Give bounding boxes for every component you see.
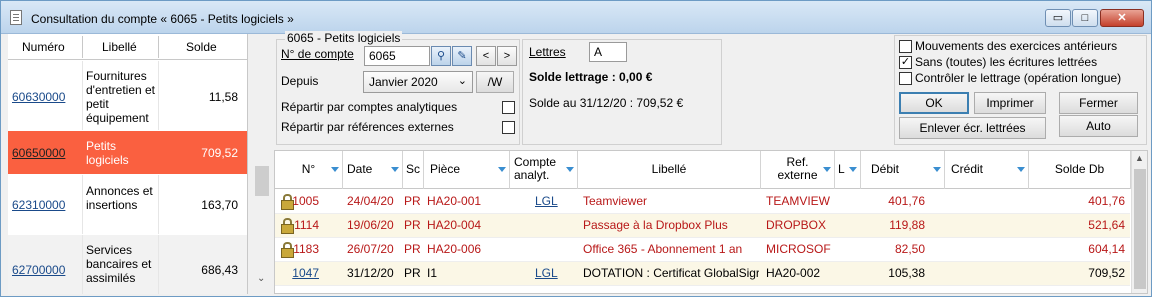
col-ref[interactable]: Ref. externe (761, 151, 835, 189)
header-numero[interactable]: Numéro (22, 40, 65, 54)
search-icon[interactable]: ⚲ (431, 46, 451, 66)
sans-ecritures-checkbox[interactable]: ✓ (899, 56, 912, 69)
prev-button[interactable]: < (476, 46, 496, 66)
account-list: Numéro Libellé Solde 60630000 Fourniture… (8, 34, 248, 294)
print-button[interactable]: Imprimer (974, 92, 1046, 114)
mw-button[interactable]: /W (476, 71, 514, 93)
account-balance: 686,43 (201, 263, 238, 277)
sort-arrow-icon (331, 167, 339, 172)
lock-icon (281, 218, 294, 234)
depuis-select[interactable]: Janvier 2020 ⌄ (363, 71, 473, 93)
controler-checkbox[interactable] (899, 72, 912, 85)
account-balance: 163,70 (201, 198, 238, 212)
table-row[interactable]: 1005 24/04/20 PR HA20-001 LGL Teamviewer… (275, 190, 1130, 214)
col-libelle[interactable]: Libellé (578, 151, 761, 189)
account-number[interactable]: 62310000 (12, 198, 65, 212)
compte-label: N° de compte (281, 47, 354, 61)
list-item[interactable]: 62310000 Annonces et insertions 163,70 (8, 175, 247, 235)
sans-ecritures-label: Sans (toutes) les écritures lettrées (915, 55, 1098, 69)
remove-lettered-button[interactable]: Enlever écr. lettrées (899, 117, 1046, 139)
list-item-selected[interactable]: 60650000 Petits logiciels 709,52 (8, 131, 247, 175)
account-list-header: Numéro Libellé Solde (8, 34, 247, 60)
col-compte[interactable]: Compte analyt. (510, 151, 578, 189)
col-l[interactable]: L (835, 151, 861, 189)
controler-label: Contrôler le lettrage (opération longue) (915, 71, 1122, 85)
lettres-label: Lettres (529, 45, 566, 59)
col-sc[interactable]: Sc (403, 151, 424, 189)
grid-scrollbar[interactable]: ▲ (1131, 151, 1147, 293)
repartir-analytiques-checkbox[interactable] (502, 101, 515, 114)
list-item[interactable]: 60630000 Fournitures d'entretien et peti… (8, 61, 247, 131)
minimize-button[interactable]: ▭ (1045, 9, 1071, 27)
chevron-down-icon: ⌄ (457, 75, 467, 87)
document-icon (10, 10, 22, 25)
sort-arrow-icon (849, 167, 857, 172)
scroll-down-icon[interactable]: ⌄ (257, 273, 265, 284)
account-balance: 11,58 (208, 90, 238, 104)
lock-icon (281, 242, 294, 258)
account-number[interactable]: 60650000 (12, 146, 65, 160)
close-form-button[interactable]: Fermer (1059, 92, 1138, 114)
group-title: 6065 - Petits logiciels (285, 31, 403, 45)
col-piece[interactable]: Pièce (424, 151, 510, 189)
account-label: Services bancaires et assimilés (86, 243, 152, 285)
auto-button[interactable]: Auto (1059, 115, 1138, 137)
grid-scrollbar-thumb[interactable] (1134, 169, 1146, 289)
sort-arrow-icon (566, 167, 574, 172)
col-date[interactable]: Date (343, 151, 403, 189)
sort-arrow-icon (391, 167, 399, 172)
sort-arrow-icon (1017, 167, 1025, 172)
account-label: Fournitures d'entretien et petit équipem… (86, 69, 156, 125)
header-solde[interactable]: Solde (186, 40, 217, 54)
title-bar: Consultation du compte « 6065 - Petits l… (1, 1, 1151, 34)
solde-au: Solde au 31/12/20 : 709,52 € (529, 96, 684, 110)
grid-header: N° Date Sc Pièce Compte analyt. Libellé R… (275, 151, 1147, 189)
compte-input[interactable]: 6065 (364, 46, 430, 66)
col-credit[interactable]: Crédit (945, 151, 1029, 189)
sort-arrow-icon (933, 167, 941, 172)
table-row[interactable]: 1047 31/12/20 PR I1 LGL DOTATION : Certi… (275, 262, 1130, 286)
depuis-label: Depuis (281, 74, 319, 88)
close-button[interactable]: ✕ (1100, 9, 1144, 27)
list-scrollbar-thumb[interactable] (255, 166, 269, 196)
solde-lettrage: Solde lettrage : 0,00 € (529, 70, 653, 84)
account-label: Annonces et insertions (86, 184, 153, 212)
account-number[interactable]: 60630000 (12, 90, 65, 104)
depuis-value: Janvier 2020 (369, 75, 438, 89)
account-number[interactable]: 62700000 (12, 263, 65, 277)
ok-button[interactable]: OK (899, 92, 969, 114)
repartir-externes-label: Répartir par références externes (281, 120, 454, 134)
window-title: Consultation du compte « 6065 - Petits l… (31, 12, 294, 26)
list-item[interactable]: 62700000 Services bancaires et assimilés… (8, 235, 247, 294)
window: Consultation du compte « 6065 - Petits l… (0, 0, 1152, 297)
edit-icon[interactable]: ✎ (452, 46, 472, 66)
col-solde[interactable]: Solde Db (1029, 151, 1131, 189)
header-libelle[interactable]: Libellé (102, 40, 137, 54)
entries-grid: N° Date Sc Pièce Compte analyt. Libellé R… (274, 150, 1148, 294)
repartir-analytiques-label: Répartir par comptes analytiques (281, 100, 458, 114)
lock-icon (281, 194, 294, 210)
sort-arrow-icon (823, 167, 831, 172)
sort-arrow-icon (498, 167, 506, 172)
col-n[interactable]: N° (275, 151, 343, 189)
col-debit[interactable]: Débit (861, 151, 945, 189)
account-balance: 709,52 (201, 146, 238, 160)
lettres-input[interactable]: A (589, 42, 627, 62)
table-row[interactable]: 1114 19/06/20 PR HA20-004 Passage à la D… (275, 214, 1130, 238)
table-row[interactable]: 1183 26/07/20 PR HA20-006 Office 365 - A… (275, 238, 1130, 262)
account-label: Petits logiciels (86, 139, 129, 167)
repartir-externes-checkbox[interactable] (502, 121, 515, 134)
mouvements-checkbox[interactable] (899, 40, 912, 53)
mouvements-label: Mouvements des exercices antérieurs (915, 39, 1118, 53)
scroll-up-icon[interactable]: ▲ (1135, 153, 1144, 163)
next-button[interactable]: > (497, 46, 517, 66)
maximize-button[interactable]: □ (1072, 9, 1098, 27)
